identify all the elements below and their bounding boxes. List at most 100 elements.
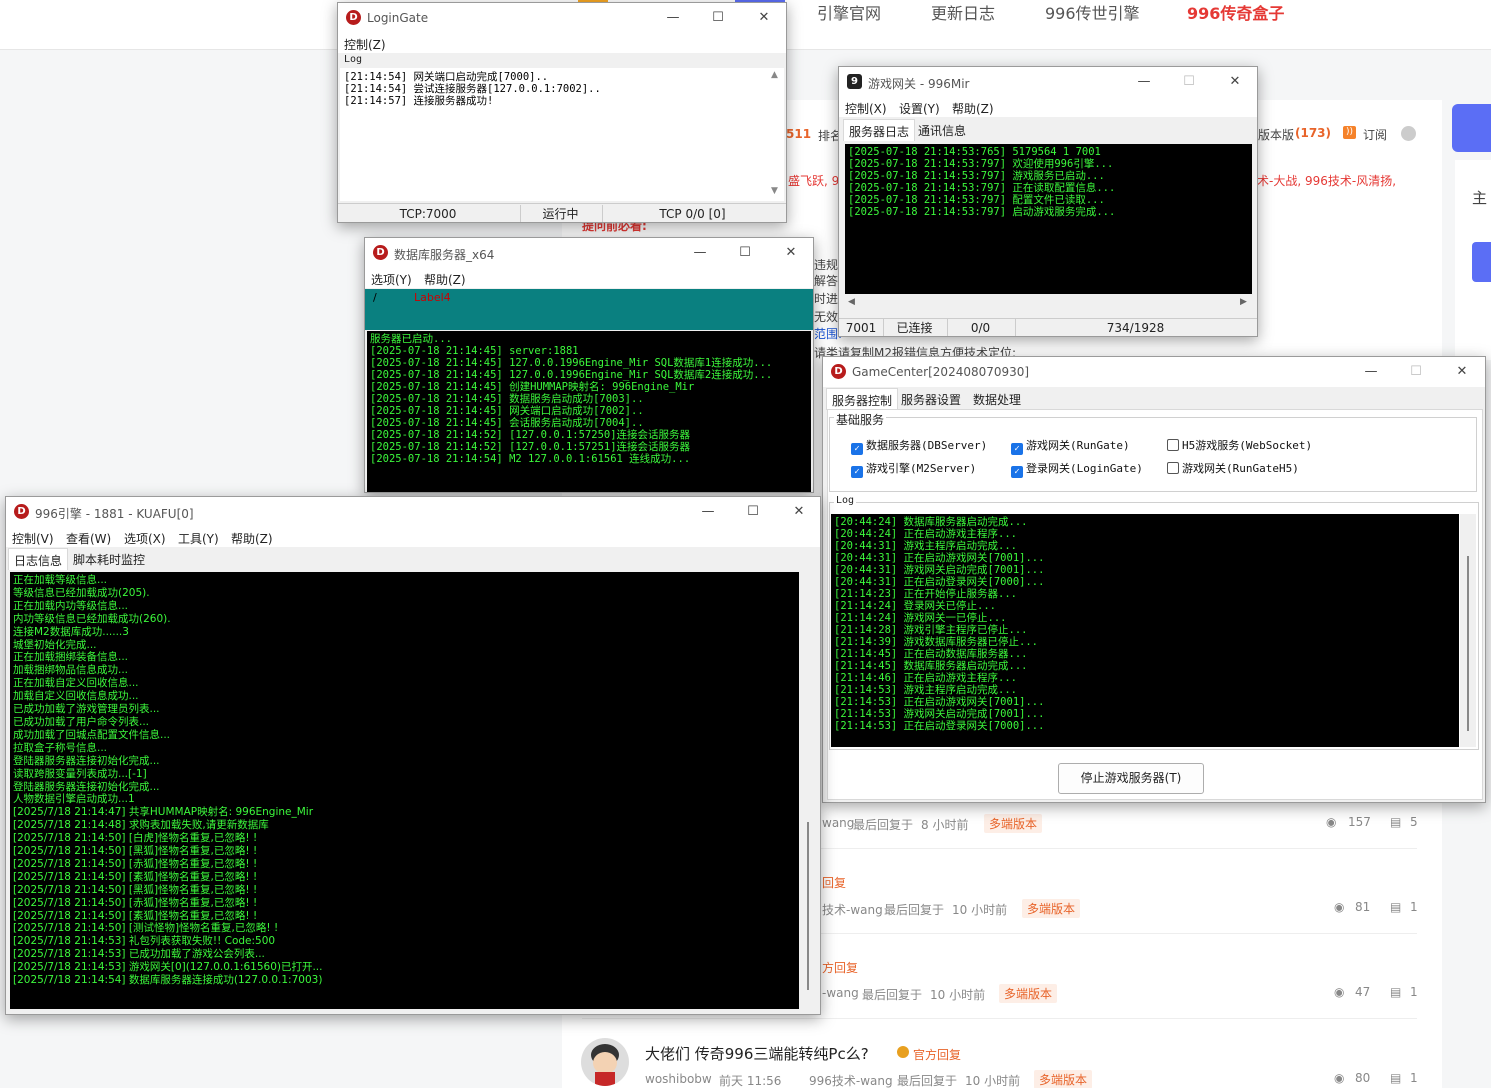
minimize-icon[interactable]: — [695, 501, 721, 523]
scroll-up-icon[interactable]: ▲ [771, 70, 778, 80]
sort-version[interactable]: 版本版 [1258, 126, 1294, 143]
stop-server-button[interactable]: 停止游戏服务器(T) [1058, 763, 1204, 794]
post-date: 前天 11:56 [719, 1074, 782, 1088]
scroll-thumb[interactable] [1467, 556, 1469, 731]
minimize-icon[interactable]: — [1358, 361, 1384, 383]
comment-icon: ▤ [1390, 1071, 1402, 1085]
status-traffic: 734/1928 [1015, 319, 1255, 336]
menu-control[interactable]: 控制(V) [12, 530, 54, 547]
vertical-scrollbar[interactable] [800, 572, 816, 1009]
menu-control[interactable]: 控制(X) [845, 100, 887, 117]
close-icon[interactable]: ✕ [786, 501, 812, 523]
maximize-icon[interactable]: ☐ [732, 242, 758, 264]
panel-label: Label4 [414, 291, 451, 304]
nav-996-box[interactable]: 996传奇盒子 [1187, 0, 1284, 24]
subscribe-link[interactable]: 订阅 [1363, 126, 1387, 143]
comment-icon: ▤ [1390, 815, 1402, 829]
post-comments: 1 [1410, 900, 1418, 914]
menubar: 控制(Z) [338, 33, 786, 53]
post-tag[interactable]: 多端版本 [1034, 1070, 1093, 1088]
close-icon[interactable]: ✕ [751, 7, 777, 29]
menu-help[interactable]: 帮助(Z) [231, 530, 273, 547]
check-m2server[interactable]: ✓ 游戏引擎(M2Server) [851, 460, 976, 478]
tab-script-timing[interactable]: 脚本耗时监控 [68, 548, 150, 570]
titlebar[interactable]: D LoginGate — ☐ ✕ [338, 3, 786, 33]
tab-server-settings[interactable]: 服务器设置 [896, 388, 966, 410]
scroll-right-icon[interactable]: ▶ [1240, 297, 1247, 307]
titlebar[interactable]: 9 游戏网关 - 996Mir — ☐ ✕ [839, 67, 1257, 97]
rule-line-3: 时进 [814, 292, 839, 306]
menu-help[interactable]: 帮助(Z) [424, 271, 466, 288]
maximize-icon[interactable]: ☐ [740, 501, 766, 523]
window-title: GameCenter[202408070930] [852, 365, 1030, 379]
gamecenter-log: [20:44:24] 数据库服务器启动完成... [20:44:24] 正在启动… [831, 514, 1459, 747]
menu-view[interactable]: 查看(W) [66, 530, 111, 547]
db-server-window: D 数据库服务器_x64 — ☐ ✕ 选项(Y) 帮助(Z) / Label4 … [364, 237, 814, 493]
minimize-icon[interactable]: — [687, 242, 713, 264]
post-author[interactable]: woshibobw [645, 1072, 712, 1086]
titlebar[interactable]: D 数据库服务器_x64 — ☐ ✕ [365, 238, 813, 268]
tab-comm-info[interactable]: 通讯信息 [913, 119, 971, 141]
engine-window: D 996引擎 - 1881 - KUAFU[0] — ☐ ✕ 控制(V) 查看… [5, 496, 821, 1015]
sidebar-action-button[interactable] [1452, 104, 1491, 152]
sidebar-tab-active[interactable] [1472, 242, 1491, 282]
tab-server-log[interactable]: 服务器日志 [843, 119, 916, 141]
check-logingate[interactable]: ✓ 登录网关(LoginGate) [1011, 460, 1143, 478]
menu-options[interactable]: 选项(Y) [371, 271, 412, 288]
post-user[interactable]: 996技术-wang [809, 1072, 893, 1088]
vertical-scrollbar[interactable] [1460, 514, 1476, 747]
scroll-thumb[interactable] [807, 822, 809, 990]
menu-settings[interactable]: 设置(Y) [899, 100, 940, 117]
scroll-left-icon[interactable]: ◀ [848, 297, 855, 307]
menu-control[interactable]: 控制(Z) [344, 36, 386, 53]
checkbox-unchecked-icon[interactable] [1167, 439, 1179, 451]
nav-996-chuanshi[interactable]: 996传世引擎 [1045, 0, 1140, 24]
nav-engine-official[interactable]: 引擎官网 [817, 0, 881, 24]
post-reply-label: 最后回复于 [897, 1074, 958, 1088]
check-websocket[interactable]: H5游戏服务(WebSocket) [1167, 437, 1312, 453]
post-title[interactable]: 大佬们 传奇996三端能转纯Pc么? [645, 1043, 869, 1064]
menu-tools[interactable]: 工具(Y) [178, 530, 219, 547]
close-icon[interactable]: ✕ [1222, 71, 1248, 93]
checkbox-checked-icon[interactable]: ✓ [1011, 466, 1023, 478]
check-dbserver[interactable]: ✓ 数据服务器(DBServer) [851, 437, 987, 455]
minimize-icon[interactable]: — [660, 7, 686, 29]
avatar[interactable] [581, 1038, 629, 1086]
menu-options[interactable]: 选项(X) [124, 530, 166, 547]
horizontal-scrollbar[interactable]: ◀ ▶ [845, 295, 1252, 311]
tab-log-info[interactable]: 日志信息 [8, 548, 69, 570]
post-reply-label: 最后回复于 [884, 903, 945, 917]
engine-log: 正在加载等级信息... 等级信息已经加载成功(205). 正在加载内功等级信息.… [10, 572, 799, 1009]
post-tag[interactable]: 多端版本 [984, 814, 1043, 833]
titlebar[interactable]: D GameCenter[202408070930] — ☐ ✕ [823, 357, 1485, 387]
maximize-icon[interactable]: ☐ [705, 7, 731, 29]
check-rungate[interactable]: ✓ 游戏网关(RunGate) [1011, 437, 1130, 455]
minus-circle-icon[interactable] [1401, 126, 1416, 141]
nav-changelog[interactable]: 更新日志 [931, 0, 995, 24]
post-tag[interactable]: 多端版本 [1022, 899, 1081, 918]
close-icon[interactable]: ✕ [778, 242, 804, 264]
minimize-icon[interactable]: — [1131, 71, 1157, 93]
scroll-down-icon[interactable]: ▼ [771, 186, 778, 196]
checkbox-unchecked-icon[interactable] [1167, 462, 1179, 474]
check-rungateh5[interactable]: 游戏网关(RunGateH5) [1167, 460, 1299, 476]
checkbox-checked-icon[interactable]: ✓ [851, 466, 863, 478]
moderators-line-left: 盛飞跃, 9 [788, 174, 840, 188]
vertical-scrollbar[interactable]: ▲ ▼ [768, 68, 784, 201]
checkbox-checked-icon[interactable]: ✓ [851, 443, 863, 455]
titlebar[interactable]: D 996引擎 - 1881 - KUAFU[0] — ☐ ✕ [6, 497, 820, 527]
menubar: 控制(V) 查看(W) 选项(X) 工具(Y) 帮助(Z) [6, 527, 820, 547]
tab-strip: 服务器日志 通讯信息 [839, 119, 1257, 141]
checkbox-checked-icon[interactable]: ✓ [1011, 443, 1023, 455]
post-user[interactable]: -wang [822, 986, 859, 1000]
tab-server-control[interactable]: 服务器控制 [826, 388, 899, 410]
post-tag[interactable]: 多端版本 [999, 984, 1058, 1003]
log-label: Log [834, 495, 857, 506]
tab-data-processing[interactable]: 数据处理 [968, 388, 1026, 410]
rule-line-1: 违规 [814, 258, 839, 272]
menu-help[interactable]: 帮助(Z) [952, 100, 994, 117]
post-time: 10 小时前 [965, 1074, 1021, 1088]
post-user[interactable]: wang [822, 816, 854, 830]
close-icon[interactable]: ✕ [1449, 361, 1475, 383]
post-user[interactable]: 技术-wang [822, 901, 883, 918]
